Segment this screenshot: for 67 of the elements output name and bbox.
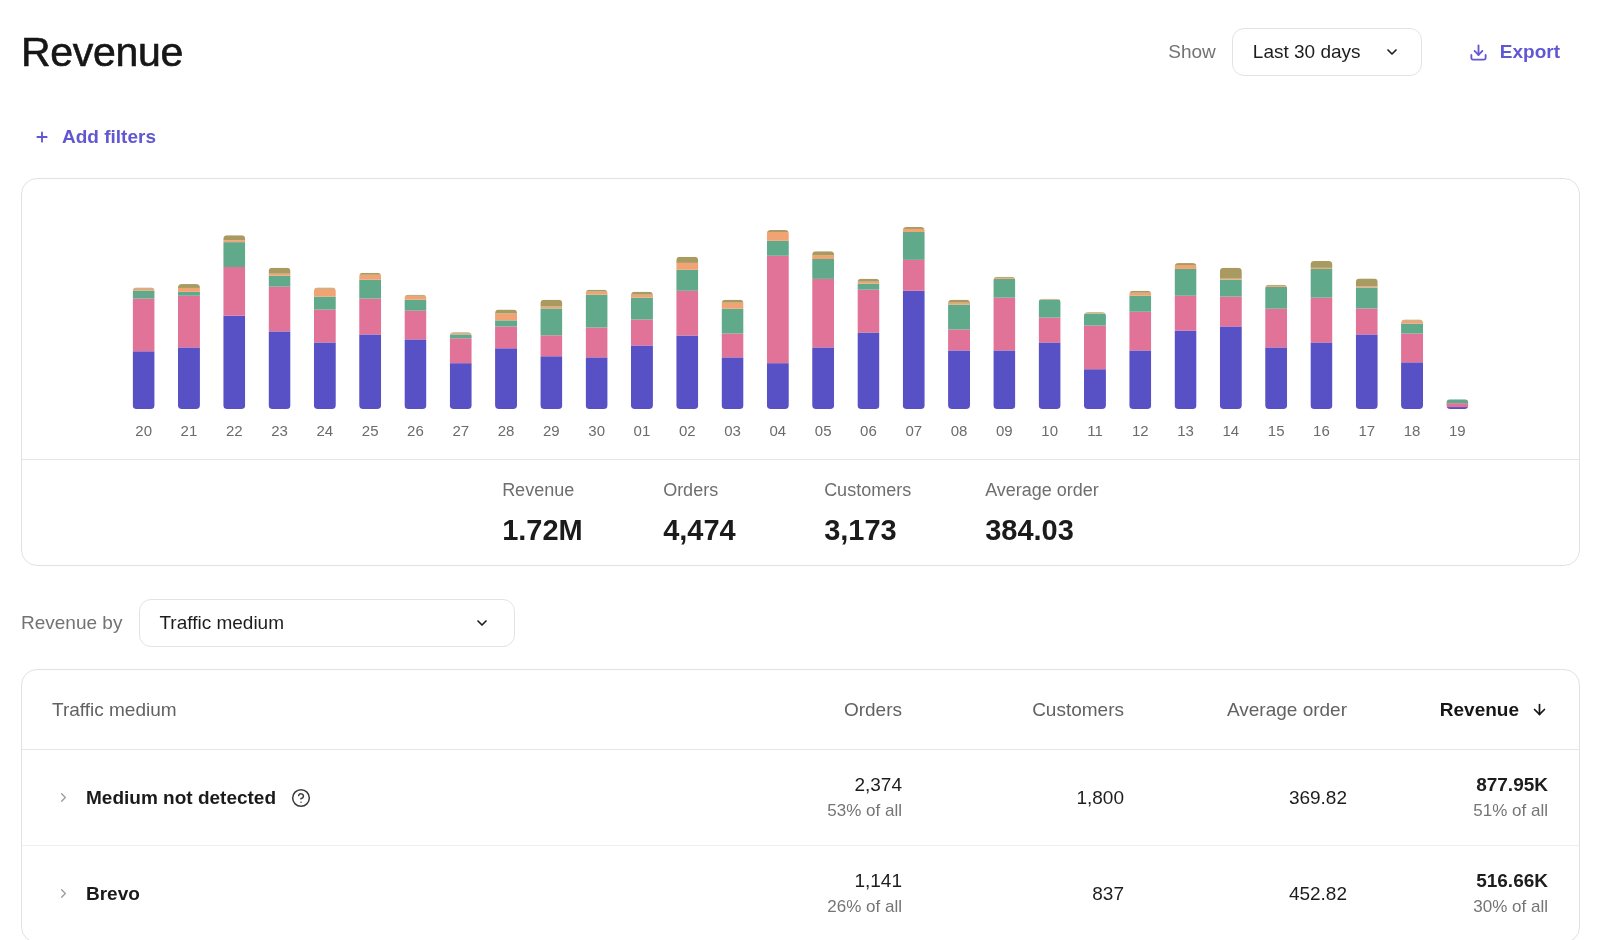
- axis-label: 30: [588, 422, 605, 439]
- axis-label: 24: [316, 422, 334, 439]
- axis-label: 04: [769, 422, 787, 439]
- column-header[interactable]: Customers: [902, 698, 1124, 721]
- axis-label: 27: [452, 422, 470, 439]
- page-title: Revenue: [21, 28, 184, 76]
- axis-label: 02: [678, 422, 696, 439]
- axis-label: 08: [950, 422, 968, 439]
- stat-value: 3,173: [824, 513, 898, 547]
- download-icon: [1468, 42, 1488, 62]
- axis-label: 12: [1131, 422, 1149, 439]
- axis-label: 19: [1449, 422, 1466, 439]
- stat-label: Orders: [663, 479, 720, 501]
- axis-label: 10: [1041, 422, 1058, 439]
- export-button[interactable]: Export: [1468, 41, 1560, 63]
- row-name: Brevo: [86, 882, 140, 905]
- stat-value: 1.72M: [502, 513, 584, 547]
- revenue-share: 51% of all: [1473, 800, 1548, 822]
- axis-label: 14: [1222, 422, 1240, 439]
- order-count: 2,374: [854, 773, 902, 797]
- order-share: 53% of all: [827, 800, 902, 822]
- stat-label: Average order: [985, 479, 1099, 501]
- axis-label: 15: [1267, 422, 1285, 439]
- axis-label: 23: [271, 422, 288, 439]
- stat-value: 384.03: [985, 513, 1075, 547]
- axis-label: 18: [1403, 422, 1421, 439]
- axis-label: 07: [905, 422, 923, 439]
- stat-value: 4,474: [663, 513, 737, 547]
- axis-label: 26: [407, 422, 424, 439]
- stat-label: Revenue: [502, 479, 576, 501]
- axis-label: 06: [860, 422, 877, 439]
- axis-label: 28: [497, 422, 515, 439]
- date-range-select[interactable]: Last 30 days: [1231, 28, 1422, 76]
- axis-label: 11: [1087, 422, 1103, 439]
- axis-label: 29: [543, 422, 560, 439]
- column-header[interactable]: Orders: [702, 698, 902, 721]
- axis-label: 16: [1313, 422, 1330, 439]
- axis-label: 09: [996, 422, 1013, 439]
- column-header[interactable]: Revenue: [1347, 698, 1548, 721]
- help-icon[interactable]: [291, 787, 311, 808]
- column-header[interactable]: Traffic medium: [52, 698, 702, 721]
- axis-label: 25: [361, 422, 379, 439]
- stat-label: Customers: [824, 479, 913, 501]
- average-order-value: 369.82: [1288, 785, 1347, 810]
- axis-label: 03: [724, 422, 741, 439]
- revenue-share: 30% of all: [1473, 896, 1548, 918]
- axis-label: 01: [633, 422, 651, 439]
- column-header[interactable]: Average order: [1124, 698, 1347, 721]
- axis-label: 20: [135, 422, 152, 439]
- axis-label: 22: [225, 422, 243, 439]
- customer-count: 837: [1092, 881, 1124, 906]
- axis-label: 21: [180, 422, 198, 439]
- axis-label: 13: [1177, 422, 1194, 439]
- revenue-value: 516.66K: [1476, 869, 1548, 893]
- add-filters-button[interactable]: Add filters: [34, 126, 156, 148]
- average-order-value: 452.82: [1288, 881, 1347, 906]
- breakdown-select[interactable]: Traffic medium: [139, 599, 516, 647]
- order-count: 1,141: [854, 869, 902, 893]
- axis-label: 05: [814, 422, 832, 439]
- plus-icon: [34, 129, 50, 145]
- customer-count: 1,800: [1076, 785, 1124, 810]
- axis-label: 17: [1358, 422, 1376, 439]
- revenue-value: 877.95K: [1476, 773, 1548, 797]
- row-name: Medium not detected: [86, 786, 276, 809]
- breakdown-label: Revenue by: [21, 612, 123, 634]
- range-label: Show: [1168, 41, 1216, 63]
- order-share: 26% of all: [827, 896, 902, 918]
